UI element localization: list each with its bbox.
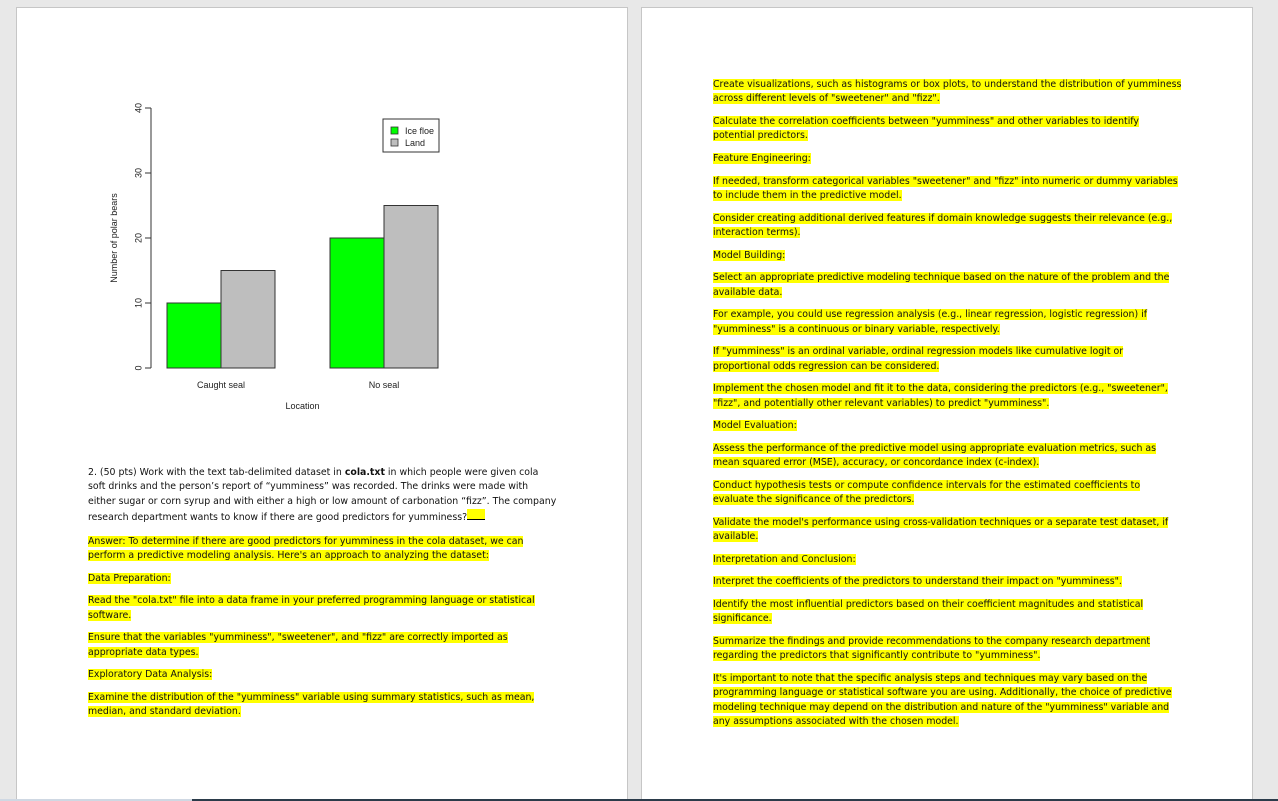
answer-paragraph-text: Read the "cola.txt" file into a data fra… <box>88 595 535 621</box>
answer-paragraph: Interpretation and Conclusion: <box>713 553 1183 567</box>
answer-paragraph-text: Examine the distribution of the "yummine… <box>88 691 535 718</box>
document-page-right: Create visualizations, such as histogram… <box>641 7 1253 801</box>
answer-paragraph-text: Ensure that the variables "yumminess", "… <box>88 632 508 658</box>
y-tick-label: 20 <box>133 233 143 243</box>
answer-paragraph-text: If needed, transform categorical variabl… <box>713 175 1178 201</box>
answer-paragraph-text: Model Building: <box>713 249 786 261</box>
bar-chart: 0 10 20 30 40 Number of polar bears Caught sea… <box>109 103 440 411</box>
answer-paragraph: Ensure that the variables "yumminess", "… <box>88 631 558 660</box>
answer-paragraph: Validate the model's performance using c… <box>713 516 1183 545</box>
answer-paragraph-text: For example, you could use regression an… <box>713 309 1147 335</box>
answer-paragraph-text: Exploratory Data Analysis: <box>88 669 213 681</box>
answer-paragraph-text: Conduct hypothesis tests or compute conf… <box>713 479 1141 506</box>
answer-paragraph-text: Summarize the findings and provide recom… <box>713 635 1151 662</box>
answer-paragraph-text: Calculate the correlation coefficients b… <box>713 116 1139 142</box>
answer-paragraph: If needed, transform categorical variabl… <box>713 175 1183 204</box>
answer-paragraph: Model Building: <box>713 249 1183 263</box>
answer-paragraph: Consider creating additional derived fea… <box>713 212 1183 241</box>
y-tick-label: 0 <box>133 365 143 370</box>
answer-paragraph: Read the "cola.txt" file into a data fra… <box>88 594 558 623</box>
answer-paragraph: Calculate the correlation coefficients b… <box>713 115 1183 144</box>
y-tick-label: 30 <box>133 168 143 178</box>
answer-paragraph: Examine the distribution of the "yummine… <box>88 691 558 720</box>
question-paragraph: 2. (50 pts) Work with the text tab-delim… <box>88 466 558 526</box>
left-page-text: 2. (50 pts) Work with the text tab-delim… <box>88 466 558 728</box>
answer-paragraph: Conduct hypothesis tests or compute conf… <box>713 479 1183 508</box>
answer-paragraph-text: It's important to note that the specific… <box>713 672 1172 728</box>
bar <box>383 205 439 369</box>
answer-paragraph-text: Identify the most influential predictors… <box>713 598 1144 625</box>
answer-paragraph-text: Create visualizations, such as histogram… <box>713 79 1182 105</box>
answer-paragraph: Exploratory Data Analysis: <box>88 668 558 682</box>
answer-paragraph-text: Consider creating additional derived fea… <box>713 212 1173 238</box>
right-page-text: Create visualizations, such as histogram… <box>713 78 1183 738</box>
answer-paragraph: Data Preparation: <box>88 572 558 586</box>
answer-paragraph: Identify the most influential predictors… <box>713 598 1183 627</box>
bar <box>166 302 222 369</box>
x-tick-label: No seal <box>369 380 400 390</box>
document-page-left: 0 10 20 30 40 Number of polar bears Caught sea… <box>16 7 628 801</box>
answer-paragraph-text: Model Evaluation: <box>713 420 797 432</box>
answer-blank[interactable] <box>467 509 486 521</box>
answer-paragraph: Answer: To determine if there are good p… <box>88 535 558 564</box>
answer-paragraph: Interpret the coefficients of the predic… <box>713 575 1183 589</box>
right-answer-list: Create visualizations, such as histogram… <box>713 78 1183 730</box>
answer-paragraph: Select an appropriate predictive modelin… <box>713 271 1183 300</box>
answer-paragraph: Feature Engineering: <box>713 152 1183 166</box>
answer-paragraph-text: Answer: To determine if there are good p… <box>88 535 524 562</box>
legend-label: Ice floe <box>405 126 434 136</box>
bar <box>220 270 276 369</box>
answer-paragraph-text: Assess the performance of the predictive… <box>713 442 1157 469</box>
answer-paragraph: Assess the performance of the predictive… <box>713 442 1183 471</box>
y-axis-title: Number of polar bears <box>109 193 119 283</box>
legend-swatch <box>390 126 399 135</box>
answer-paragraph: Summarize the findings and provide recom… <box>713 635 1183 664</box>
y-tick-label: 40 <box>133 103 143 113</box>
answer-paragraph: Create visualizations, such as histogram… <box>713 78 1183 107</box>
left-answer-list: Answer: To determine if there are good p… <box>88 535 558 720</box>
y-tick-label: 10 <box>133 298 143 308</box>
answer-paragraph-text: Data Preparation: <box>88 572 171 584</box>
legend-label: Land <box>405 138 425 148</box>
answer-paragraph-text: Feature Engineering: <box>713 153 811 164</box>
x-axis-title: Location <box>285 401 319 411</box>
question-filename: cola.txt <box>344 467 385 478</box>
answer-paragraph: Implement the chosen model and fit it to… <box>713 382 1183 411</box>
answer-paragraph-text: Interpret the coefficients of the predic… <box>713 576 1122 588</box>
answer-paragraph-text: Select an appropriate predictive modelin… <box>713 272 1170 298</box>
answer-paragraph: Model Evaluation: <box>713 419 1183 433</box>
bar <box>329 237 385 369</box>
question-prefix: 2. (50 pts) Work with the text tab-delim… <box>88 467 345 478</box>
answer-paragraph: It's important to note that the specific… <box>713 672 1183 730</box>
answer-paragraph: For example, you could use regression an… <box>713 308 1183 337</box>
answer-paragraph-text: Implement the chosen model and fit it to… <box>713 383 1168 409</box>
x-tick-label: Caught seal <box>197 380 245 390</box>
answer-paragraph-text: Interpretation and Conclusion: <box>713 553 856 565</box>
answer-paragraph-text: Validate the model's performance using c… <box>713 516 1169 543</box>
legend-swatch <box>390 138 399 147</box>
answer-paragraph: If "yumminess" is an ordinal variable, o… <box>713 345 1183 374</box>
answer-paragraph-text: If "yumminess" is an ordinal variable, o… <box>713 346 1124 372</box>
